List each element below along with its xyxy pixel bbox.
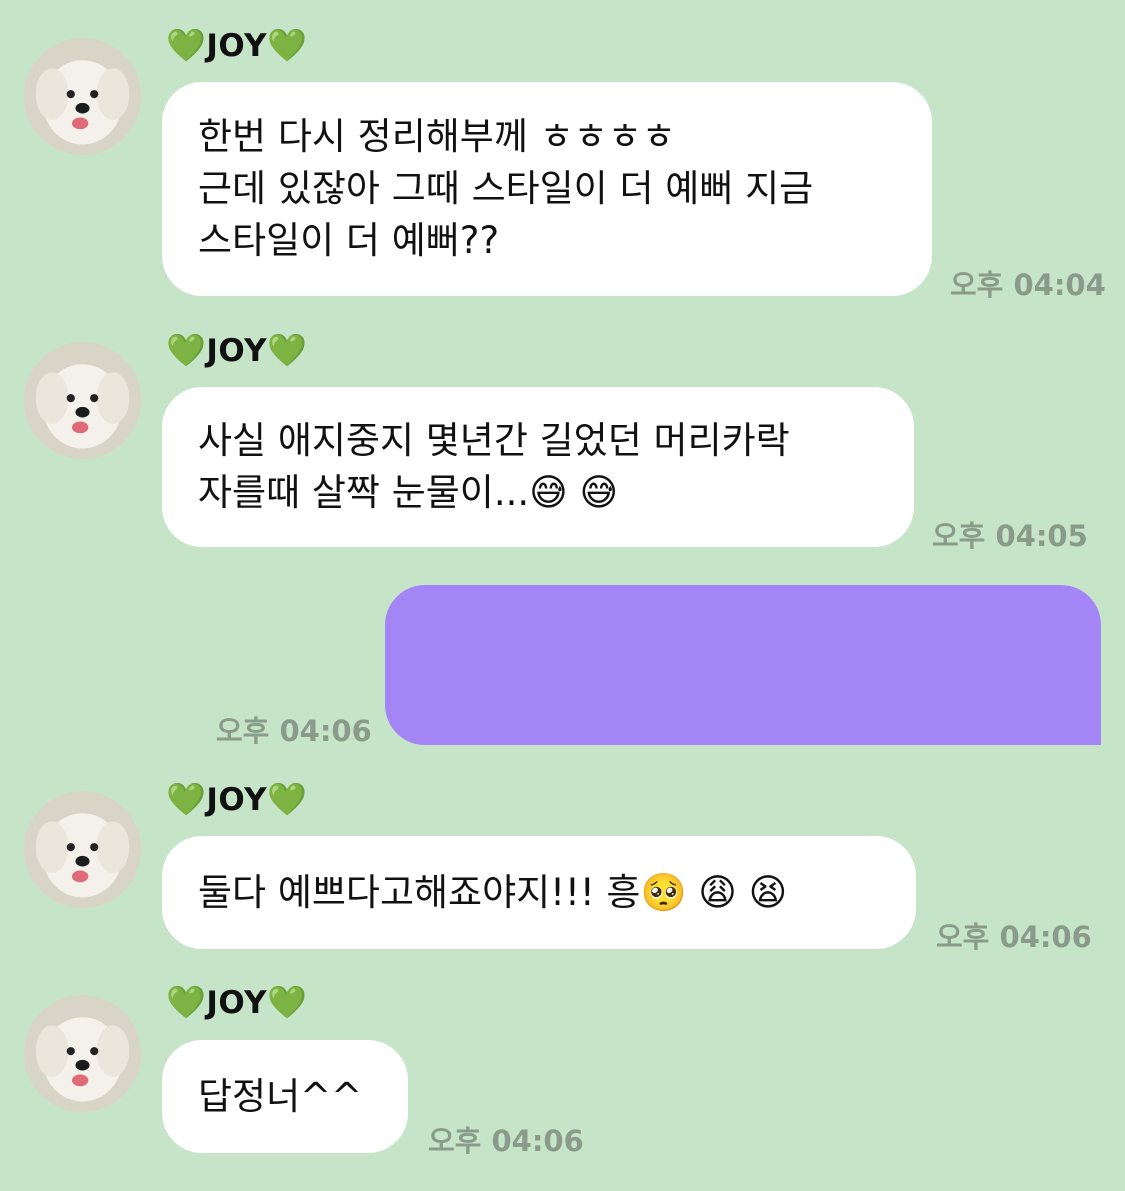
- message-text: 사실 애지중지 몇년간 길었던 머리카락: [198, 419, 790, 462]
- green-heart-icon: 💚: [267, 26, 308, 64]
- sender-avatar[interactable]: [24, 342, 141, 459]
- message-timestamp: 오후 04:04: [950, 268, 1106, 302]
- green-heart-icon: 💚: [166, 331, 207, 369]
- message-bubble[interactable]: 한번 다시 정리해부께 ㅎㅎㅎㅎ 근데 있잖아 그때 스타일이 더 예뻐 지금 …: [162, 82, 932, 296]
- message-timestamp: 오후 04:06: [936, 920, 1092, 954]
- sender-name: 💚JOY💚: [166, 331, 308, 369]
- green-heart-icon: 💚: [166, 26, 207, 64]
- message-timestamp: 오후 04:06: [428, 1124, 584, 1158]
- green-heart-icon: 💚: [166, 983, 207, 1021]
- message-text: 한번 다시 정리해부께 ㅎㅎㅎㅎ: [198, 115, 676, 158]
- message-bubble[interactable]: 답정너^^: [162, 1040, 408, 1153]
- outgoing-message-bubble[interactable]: [385, 585, 1101, 745]
- sender-avatar[interactable]: [24, 38, 141, 155]
- sender-name: 💚JOY💚: [166, 26, 308, 64]
- green-heart-icon: 💚: [267, 780, 308, 818]
- message-timestamp: 오후 04:06: [216, 714, 372, 748]
- message-text: 자를때 살짝 눈물이...😅 😅: [198, 471, 619, 514]
- message-bubble[interactable]: 사실 애지중지 몇년간 길었던 머리카락 자를때 살짝 눈물이...😅 😅: [162, 387, 914, 547]
- sender-avatar[interactable]: [24, 791, 141, 908]
- message-text: 답정너^^: [198, 1074, 363, 1118]
- message-bubble[interactable]: 둘다 예쁘다고해죠야지!!! 흥🥺 😩 😫: [162, 836, 916, 949]
- green-heart-icon: 💚: [267, 983, 308, 1021]
- message-timestamp: 오후 04:05: [932, 519, 1088, 553]
- message-text: 스타일이 더 예뻐??: [198, 219, 500, 262]
- message-text: 근데 있잖아 그때 스타일이 더 예뻐 지금: [198, 167, 814, 210]
- message-text: 둘다 예쁘다고해죠야지!!! 흥🥺 😩 😫: [198, 870, 788, 914]
- green-heart-icon: 💚: [267, 331, 308, 369]
- sender-name: 💚JOY💚: [166, 983, 308, 1021]
- sender-avatar[interactable]: [24, 995, 141, 1112]
- sender-name: 💚JOY💚: [166, 780, 308, 818]
- green-heart-icon: 💚: [166, 780, 207, 818]
